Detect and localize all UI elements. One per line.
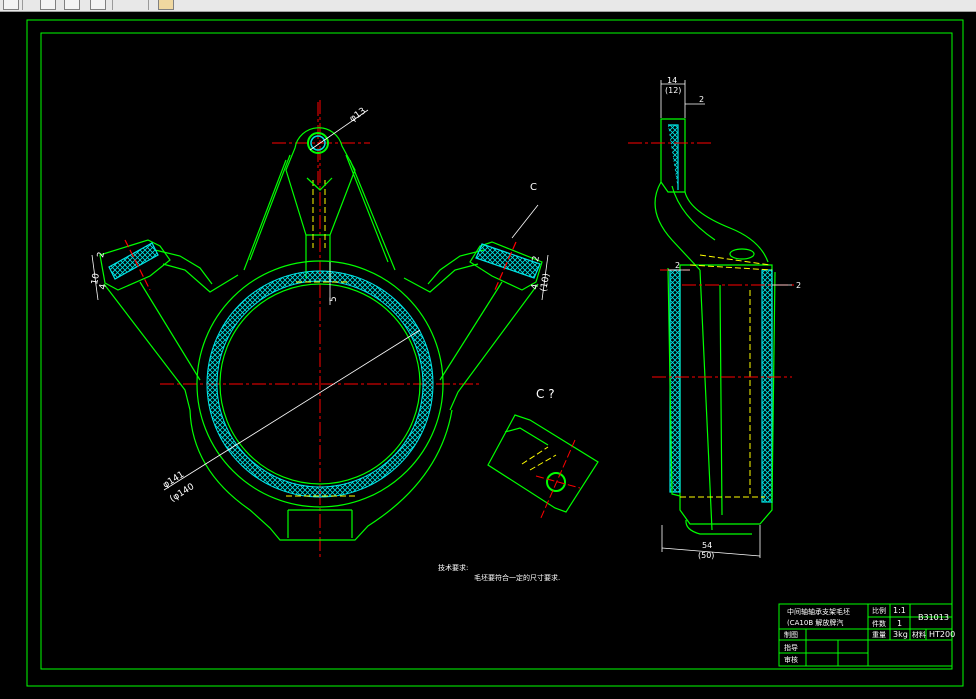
scale-label: 比例 — [872, 606, 886, 615]
dim-right-2: 2 — [531, 255, 542, 262]
paste-icon[interactable] — [64, 0, 80, 10]
dim-side-14: 14 — [667, 76, 677, 85]
dim-side-12: (12) — [665, 86, 681, 95]
review-label: 审核 — [784, 655, 798, 664]
undo-icon[interactable] — [90, 0, 106, 10]
toolbar-separator — [22, 0, 23, 10]
front-view — [99, 100, 543, 560]
dim-side-2-right: 2 — [796, 281, 801, 290]
dim-side-2-left: 2 — [675, 261, 680, 270]
toolbar-separator — [112, 0, 113, 10]
material-label: 材料 — [912, 630, 926, 639]
toolbar-separator — [148, 0, 149, 10]
notes-line1: 毛坯要符合一定的尺寸要求. — [474, 573, 560, 582]
dim-side-54: 54 — [702, 541, 712, 550]
qty-label: 件数 — [872, 619, 886, 628]
dim-right-10: (10) — [539, 273, 552, 293]
weight-label: 重量 — [872, 631, 886, 639]
model: (CA10B 解放牌汽 — [787, 618, 843, 627]
toolbar — [0, 0, 976, 12]
guide-label: 指导 — [784, 643, 798, 652]
dim-side-50: (50) — [698, 551, 714, 560]
scale-value: 1:1 — [893, 606, 906, 615]
cut-icon[interactable] — [3, 0, 19, 10]
dim-left-2: 2 — [96, 251, 107, 258]
drawing-number: B31013 — [918, 613, 949, 622]
drawing-canvas: φ13 φ141 (φ140 5 2 4 10 2 4 (10) C C ? 1… — [26, 19, 964, 687]
qty-value: 1 — [897, 619, 902, 628]
material-value: HT200 — [929, 630, 955, 639]
dim-hole-diameter: φ13 — [348, 106, 368, 124]
section-label: C ? — [536, 387, 555, 401]
weight-value: 3kg — [893, 630, 908, 639]
notes-title: 技术要求: — [438, 563, 468, 572]
dim-wall: 5 — [329, 296, 339, 302]
drawing-area[interactable]: φ13 φ141 (φ140 5 2 4 10 2 4 (10) C C ? 1… — [0, 12, 976, 699]
match-properties-icon[interactable] — [158, 0, 174, 10]
copy-icon[interactable] — [40, 0, 56, 10]
section-c-view — [487, 414, 599, 521]
dim-side-2-top: 2 — [699, 95, 704, 104]
drawn-label: 制图 — [784, 630, 798, 639]
outer-border — [26, 19, 964, 687]
dim-left-10: 10 — [90, 272, 102, 285]
side-view — [628, 118, 795, 535]
view-arrow-label: C — [530, 182, 537, 193]
part-name: 中间轴轴承支架毛坯 — [787, 607, 850, 616]
